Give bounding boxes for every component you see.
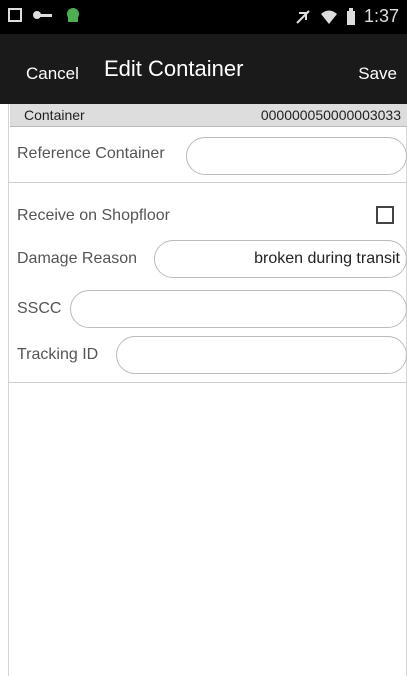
form-bottom-divider: [8, 382, 407, 383]
container-value: 000000050000003033: [260, 107, 401, 123]
sscc-input[interactable]: [70, 290, 407, 328]
mute-icon: [296, 9, 310, 24]
key-icon: [33, 11, 52, 19]
left-border: [0, 104, 9, 676]
damage-reason-label: Damage Reason: [17, 250, 138, 267]
save-button[interactable]: Save: [358, 64, 397, 84]
container-row: Container 000000050000003033: [10, 104, 407, 127]
app-bar: Cancel Edit Container Save: [0, 34, 407, 104]
battery-icon: [346, 7, 355, 25]
status-icons-left: [8, 6, 82, 24]
tracking-id-label: Tracking ID: [17, 346, 99, 363]
tracking-id-input[interactable]: [116, 336, 407, 374]
wifi-icon: [320, 10, 337, 24]
damage-reason-input[interactable]: broken during transit: [154, 240, 407, 278]
sscc-label: SSCC: [17, 300, 62, 317]
container-label: Container: [24, 107, 85, 123]
page-title: Edit Container: [104, 56, 244, 81]
cancel-button[interactable]: Cancel: [26, 64, 79, 84]
damage-reason-value: broken during transit: [254, 250, 400, 267]
reference-container-input[interactable]: [186, 137, 407, 175]
status-time: 1:37: [363, 6, 399, 26]
reference-container-label: Reference Container: [17, 145, 165, 162]
status-bar: 1:37: [0, 0, 407, 34]
section-divider: [8, 182, 407, 183]
receive-on-shopfloor-label: Receive on Shopfloor: [17, 207, 170, 224]
android-icon: [67, 8, 79, 22]
image-icon: [8, 8, 22, 22]
receive-on-shopfloor-checkbox[interactable]: [376, 206, 394, 224]
status-icons-right: 1:37: [294, 6, 399, 27]
